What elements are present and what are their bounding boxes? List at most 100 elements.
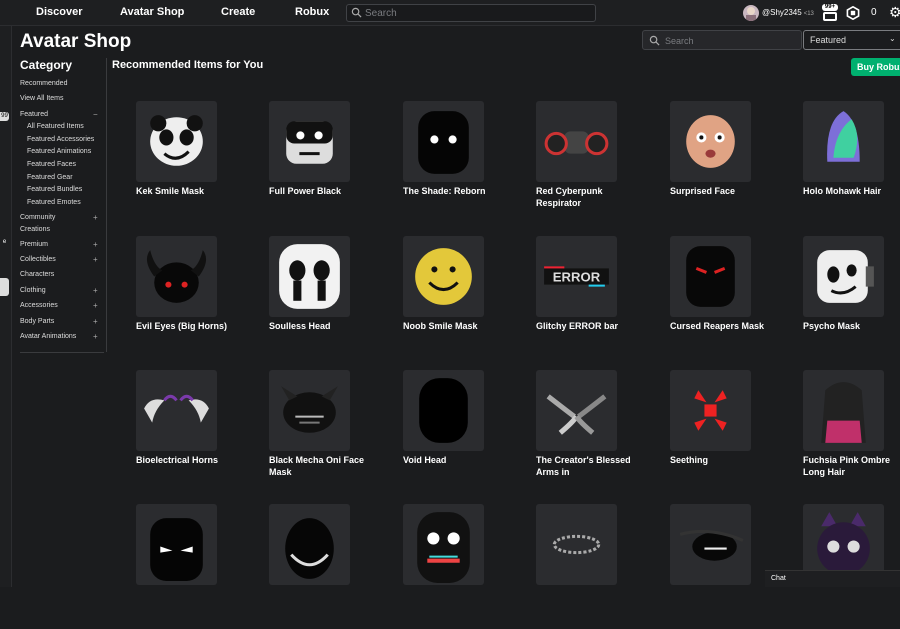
- item-name[interactable]: Bioelectrical Horns: [136, 454, 246, 466]
- category-item[interactable]: Accessories: [20, 302, 58, 309]
- category-item[interactable]: Featured Animations: [27, 148, 91, 155]
- global-search-box[interactable]: [346, 4, 596, 22]
- category-item[interactable]: Clothing: [20, 287, 46, 294]
- item-card[interactable]: Holo Mohawk Hair: [803, 101, 900, 226]
- item-card[interactable]: Fuchsia Pink Ombre Long Hair: [803, 370, 900, 495]
- item-name[interactable]: Kek Smile Mask: [136, 185, 246, 197]
- item-name[interactable]: Psycho Mask: [803, 320, 900, 332]
- buy-robux-button[interactable]: Buy Robux: [851, 58, 900, 76]
- item-card[interactable]: Black Mecha Oni Face Mask: [269, 370, 379, 495]
- item-name[interactable]: Holo Mohawk Hair: [803, 185, 900, 197]
- item-card[interactable]: [269, 504, 379, 629]
- global-search-input[interactable]: [365, 6, 585, 20]
- expand-icon[interactable]: +: [93, 240, 98, 249]
- item-name[interactable]: Fuchsia Pink Ombre Long Hair: [803, 454, 900, 478]
- item-thumbnail[interactable]: [136, 370, 217, 451]
- item-card[interactable]: Noob Smile Mask: [403, 236, 513, 361]
- category-item[interactable]: Premium: [20, 241, 48, 248]
- expand-icon[interactable]: +: [93, 301, 98, 310]
- category-item[interactable]: Featured Gear: [27, 174, 73, 181]
- category-item[interactable]: Avatar Animations: [20, 333, 76, 340]
- item-name[interactable]: Void Head: [403, 454, 513, 466]
- item-name[interactable]: Evil Eyes (Big Horns): [136, 320, 246, 332]
- nav-robux[interactable]: Robux: [295, 6, 329, 18]
- item-card[interactable]: [403, 504, 513, 629]
- nav-avatar-shop[interactable]: Avatar Shop: [120, 6, 184, 18]
- item-name[interactable]: Glitchy ERROR bar: [536, 320, 646, 332]
- item-thumbnail[interactable]: [136, 236, 217, 317]
- collapse-icon[interactable]: −: [93, 110, 98, 119]
- robux-balance[interactable]: 0: [871, 7, 877, 18]
- item-name[interactable]: The Shade: Reborn: [403, 185, 513, 197]
- item-thumbnail[interactable]: [536, 504, 617, 585]
- item-card[interactable]: Red Cyberpunk Respirator: [536, 101, 646, 226]
- category-item[interactable]: Creations: [20, 226, 50, 233]
- rail-tab-active[interactable]: [0, 278, 9, 296]
- item-thumbnail[interactable]: [403, 236, 484, 317]
- avatar[interactable]: [743, 5, 759, 21]
- item-thumbnail[interactable]: [403, 101, 484, 182]
- username-label[interactable]: @Shy2345 <13: [762, 8, 814, 17]
- category-item[interactable]: Body Parts: [20, 318, 54, 325]
- item-card[interactable]: [803, 504, 900, 629]
- item-name[interactable]: Cursed Reapers Mask: [670, 320, 780, 332]
- category-item[interactable]: Featured Accessories: [27, 136, 94, 143]
- nav-create[interactable]: Create: [221, 6, 255, 18]
- item-thumbnail[interactable]: ERROR: [536, 236, 617, 317]
- item-card[interactable]: Psycho Mask: [803, 236, 900, 361]
- shop-search-input[interactable]: [665, 34, 795, 47]
- item-thumbnail[interactable]: [670, 370, 751, 451]
- item-card[interactable]: Full Power Black: [269, 101, 379, 226]
- category-item[interactable]: Featured Faces: [27, 161, 76, 168]
- item-thumbnail[interactable]: [136, 504, 217, 585]
- item-name[interactable]: Seething: [670, 454, 780, 466]
- expand-icon[interactable]: +: [93, 332, 98, 341]
- item-card[interactable]: Seething: [670, 370, 780, 495]
- item-card[interactable]: The Shade: Reborn: [403, 101, 513, 226]
- item-thumbnail[interactable]: [670, 101, 751, 182]
- item-thumbnail[interactable]: [536, 370, 617, 451]
- expand-icon[interactable]: +: [93, 317, 98, 326]
- item-thumbnail[interactable]: [536, 101, 617, 182]
- notifications-button[interactable]: 99+: [822, 4, 838, 21]
- item-card[interactable]: Evil Eyes (Big Horns): [136, 236, 246, 361]
- item-thumbnail[interactable]: [269, 101, 350, 182]
- item-name[interactable]: Full Power Black: [269, 185, 379, 197]
- expand-icon[interactable]: +: [93, 213, 98, 222]
- item-card[interactable]: Surprised Face: [670, 101, 780, 226]
- item-card[interactable]: [670, 504, 780, 629]
- item-thumbnail[interactable]: [269, 370, 350, 451]
- item-card[interactable]: [536, 504, 646, 629]
- item-thumbnail[interactable]: [403, 370, 484, 451]
- item-card[interactable]: The Creator's Blessed Arms in: [536, 370, 646, 495]
- item-name[interactable]: Noob Smile Mask: [403, 320, 513, 332]
- item-thumbnail[interactable]: [670, 236, 751, 317]
- category-item[interactable]: Community: [20, 214, 55, 221]
- rail-tab-label[interactable]: e: [0, 238, 9, 247]
- item-thumbnail[interactable]: [803, 101, 884, 182]
- gear-icon[interactable]: ⚙: [889, 5, 900, 19]
- expand-icon[interactable]: +: [93, 255, 98, 264]
- item-thumbnail[interactable]: [803, 370, 884, 451]
- expand-icon[interactable]: +: [93, 286, 98, 295]
- category-item[interactable]: Recommended: [20, 80, 67, 87]
- item-name[interactable]: Surprised Face: [670, 185, 780, 197]
- item-card[interactable]: Soulless Head: [269, 236, 379, 361]
- item-card[interactable]: Cursed Reapers Mask: [670, 236, 780, 361]
- item-thumbnail[interactable]: [670, 504, 751, 585]
- category-item[interactable]: Featured: [20, 111, 48, 118]
- category-item[interactable]: Characters: [20, 271, 54, 278]
- rail-tab-badge[interactable]: 99: [0, 112, 9, 121]
- item-name[interactable]: Soulless Head: [269, 320, 379, 332]
- category-item[interactable]: Collectibles: [20, 256, 56, 263]
- item-card[interactable]: ERROR Glitchy ERROR bar: [536, 236, 646, 361]
- nav-discover[interactable]: Discover: [36, 6, 82, 18]
- item-thumbnail[interactable]: [269, 236, 350, 317]
- category-item[interactable]: Featured Bundles: [27, 186, 82, 193]
- chat-bar[interactable]: Chat: [765, 570, 900, 587]
- item-card[interactable]: Bioelectrical Horns: [136, 370, 246, 495]
- robux-icon[interactable]: [846, 6, 860, 20]
- item-card[interactable]: Void Head: [403, 370, 513, 495]
- item-thumbnail[interactable]: [403, 504, 484, 585]
- item-thumbnail[interactable]: [269, 504, 350, 585]
